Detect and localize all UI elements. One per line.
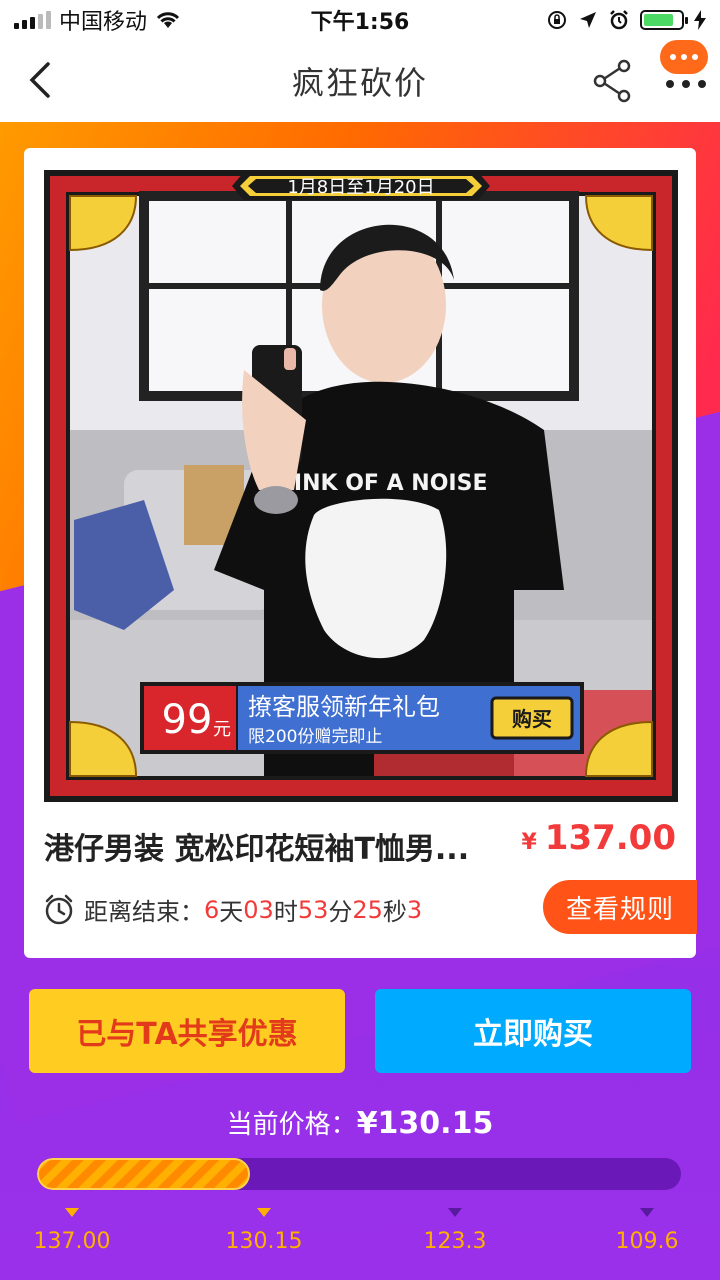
hours-unit: 时 bbox=[273, 898, 298, 926]
current-price-value: ¥130.15 bbox=[356, 1106, 494, 1141]
view-rules-button[interactable]: 查看规则 bbox=[543, 880, 697, 934]
current-price-label: 当前价格： bbox=[226, 1110, 357, 1140]
promo-price: 99 bbox=[162, 697, 213, 743]
countdown-hours: 03 bbox=[243, 895, 274, 924]
shared-discount-button[interactable]: 已与TA共享优惠 bbox=[29, 989, 345, 1073]
price-mark: 109.6 bbox=[592, 1208, 702, 1254]
price-mark: 123.3 bbox=[400, 1208, 510, 1254]
countdown-days: 6 bbox=[204, 895, 220, 924]
status-bar: 中国移动 下午1:56 bbox=[0, 0, 720, 40]
page-title: 疯狂砍价 bbox=[291, 64, 428, 102]
countdown-label: 距离结束： bbox=[84, 898, 204, 926]
price-mark: 137.00 bbox=[17, 1208, 127, 1254]
carrier-label: 中国移动 bbox=[59, 10, 148, 35]
progress-fill bbox=[37, 1158, 250, 1190]
poster-date-banner: 1月8日至1月20日 bbox=[287, 177, 434, 198]
promo-unit: 元 bbox=[213, 719, 231, 740]
countdown-minutes: 53 bbox=[297, 895, 329, 924]
product-card: THINK OF A NOISE 1月8日至1月20日 99 元 撩客服领新年礼… bbox=[24, 148, 697, 958]
countdown-seconds: 25 bbox=[352, 895, 383, 924]
wifi-icon bbox=[156, 12, 180, 28]
countdown: 距离结束： 6 天 03 时 53 分 25 秒 3 bbox=[42, 892, 422, 927]
seconds-unit: 秒 bbox=[382, 898, 407, 926]
price-value: 137.00 bbox=[544, 818, 676, 858]
alarm-clock-icon bbox=[45, 894, 73, 924]
bargain-progress-bar bbox=[37, 1158, 681, 1190]
days-unit: 天 bbox=[219, 898, 244, 926]
promo-buy-label: 购买 bbox=[512, 707, 552, 731]
product-price: ¥137.00 bbox=[521, 818, 676, 858]
promo-subtitle: 限200份赠完即止 bbox=[248, 727, 382, 747]
share-icon[interactable] bbox=[590, 58, 636, 104]
promo-title: 撩客服领新年礼包 bbox=[248, 693, 440, 721]
rotation-lock-icon bbox=[548, 11, 566, 29]
price-currency: ¥ bbox=[521, 830, 537, 855]
minutes-unit: 分 bbox=[328, 898, 353, 926]
price-marks: 137.00 130.15 123.3 109.6 bbox=[0, 1208, 720, 1268]
status-left: 中国移动 bbox=[14, 4, 181, 36]
location-icon bbox=[580, 12, 596, 28]
back-chevron-icon[interactable] bbox=[22, 58, 62, 102]
nav-bar: 疯狂砍价 bbox=[0, 40, 720, 122]
charging-icon bbox=[694, 10, 706, 30]
alarm-icon bbox=[610, 10, 628, 30]
countdown-tenths: 3 bbox=[406, 895, 423, 924]
message-badge-icon[interactable] bbox=[660, 40, 708, 74]
battery-icon bbox=[640, 10, 688, 30]
product-title[interactable]: 港仔男装 宽松印花短袖T恤男... bbox=[44, 824, 504, 868]
buy-now-button[interactable]: 立即购买 bbox=[375, 989, 691, 1073]
signal-icon bbox=[14, 11, 51, 29]
price-mark: 130.15 bbox=[209, 1208, 319, 1254]
current-price: 当前价格：¥130.15 bbox=[0, 1104, 720, 1141]
product-poster-image[interactable]: THINK OF A NOISE 1月8日至1月20日 99 元 撩客服领新年礼… bbox=[44, 170, 678, 802]
status-right bbox=[546, 9, 706, 31]
